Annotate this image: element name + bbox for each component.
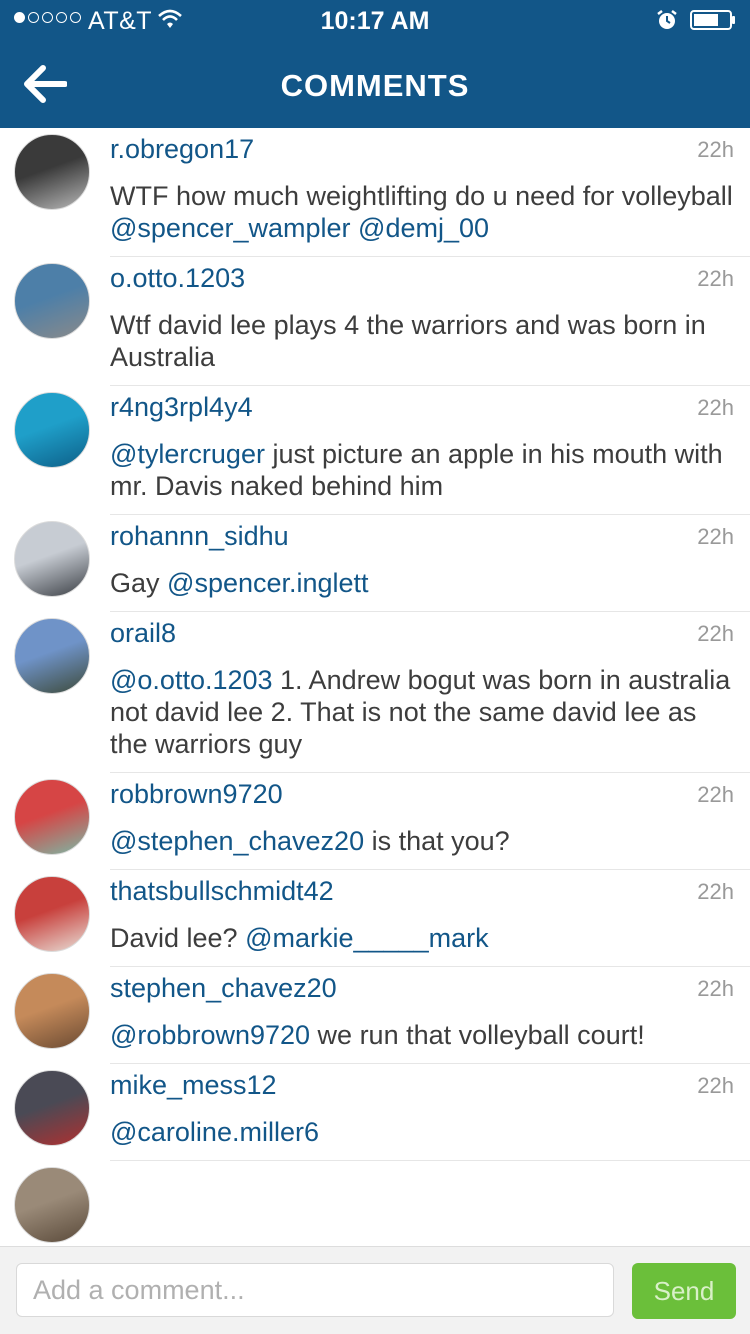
mention-link[interactable]: @tylercruger [110, 439, 265, 469]
comment-text-segment: WTF how much weightlifting do u need for… [110, 181, 733, 211]
comment-row: rohannn_sidhu 22h Gay @spencer.inglett [14, 515, 750, 612]
comment-row: o.otto.1203 22h Wtf david lee plays 4 the … [14, 257, 750, 386]
comment-username[interactable]: o.otto.1203 [110, 257, 750, 297]
avatar[interactable] [14, 392, 90, 468]
status-bar: AT&T 10:17 AM [0, 0, 750, 40]
comment-username[interactable]: r4ng3rpl4y4 [110, 386, 750, 426]
comment-row: orail8 22h @o.otto.1203 1. Andrew bogut wa… [14, 612, 750, 773]
battery-icon [690, 10, 735, 30]
comment-text: WTF how much weightlifting do u need for… [110, 168, 750, 256]
comment-row: mike_mess12 22h @caroline.miller6 [14, 1064, 750, 1161]
mention-link[interactable]: @o.otto.1203 [110, 665, 273, 695]
nav-bar: COMMENTS [0, 40, 750, 128]
mention-link[interactable]: @spencer.inglett [167, 568, 369, 598]
comment-text-segment: is that you? [364, 826, 510, 856]
comment-username[interactable]: thatsbullschmidt42 [110, 870, 750, 910]
comment-text: @o.otto.1203 1. Andrew bogut was born in… [110, 652, 750, 772]
comment-row: r4ng3rpl4y4 22h @tylercruger just picture … [14, 386, 750, 515]
comment-row: robbrown9720 22h @stephen_chavez20 is that… [14, 773, 750, 870]
mention-link[interactable]: @markie_____mark [245, 923, 489, 953]
send-button[interactable]: Send [632, 1263, 736, 1319]
comment-username[interactable] [110, 1161, 750, 1201]
comment-list[interactable]: r.obregon17 22h WTF how much weightlifting… [0, 128, 750, 1246]
avatar[interactable] [14, 876, 90, 952]
comment-time: 22h [697, 266, 734, 291]
comment-text-segment: we run that volleyball court! [310, 1020, 645, 1050]
comment-time: 22h [697, 524, 734, 549]
avatar[interactable] [14, 779, 90, 855]
comment-text: @tylercruger just picture an apple in hi… [110, 426, 750, 514]
comment-time: 22h [697, 879, 734, 904]
avatar[interactable] [14, 618, 90, 694]
status-time: 10:17 AM [320, 7, 430, 35]
comment-row: stephen_chavez20 22h @robbrown9720 we run … [14, 967, 750, 1064]
comment-time: 22h [697, 976, 734, 1001]
comment-text: @robbrown9720 we run that volleyball cou… [110, 1007, 750, 1063]
comment-username[interactable]: rohannn_sidhu [110, 515, 750, 555]
avatar[interactable] [14, 263, 90, 339]
comment-time: 22h [697, 137, 734, 162]
comment-text [110, 1201, 750, 1246]
comment-text: @caroline.miller6 [110, 1104, 750, 1160]
comment-time: 22h [697, 782, 734, 807]
avatar[interactable] [14, 1167, 90, 1243]
page-title: COMMENTS [280, 68, 470, 103]
avatar[interactable] [14, 973, 90, 1049]
comment-username[interactable]: r.obregon17 [110, 128, 750, 168]
comment-username[interactable]: orail8 [110, 612, 750, 652]
comment-username[interactable]: robbrown9720 [110, 773, 750, 813]
comment-text-segment: Gay [110, 568, 168, 598]
comment-username[interactable]: stephen_chavez20 [110, 967, 750, 1007]
comment-row [14, 1161, 750, 1246]
mention-link[interactable]: @spencer_wampler [110, 213, 351, 243]
comment-text-segment: Wtf david lee plays 4 the warriors and w… [110, 310, 706, 372]
comment-input[interactable] [16, 1263, 614, 1317]
comment-text-segment [351, 213, 359, 243]
comment-row: thatsbullschmidt42 22h David lee? @markie_… [14, 870, 750, 967]
comment-time: 22h [697, 395, 734, 420]
comment-text: David lee? @markie_____mark [110, 910, 750, 966]
header: AT&T 10:17 AM COMMENTS [0, 0, 750, 128]
comment-text: Wtf david lee plays 4 the warriors and w… [110, 297, 750, 385]
alarm-icon [657, 10, 677, 29]
mention-link[interactable]: @demj_00 [358, 213, 489, 243]
avatar[interactable] [14, 1070, 90, 1146]
mention-link[interactable]: @stephen_chavez20 [110, 826, 364, 856]
comment-time: 22h [697, 621, 734, 646]
mention-link[interactable]: @caroline.miller6 [110, 1117, 319, 1147]
avatar[interactable] [14, 134, 90, 210]
comment-username[interactable]: mike_mess12 [110, 1064, 750, 1104]
mention-link[interactable]: @robbrown9720 [110, 1020, 310, 1050]
comment-composer: Send [0, 1246, 750, 1334]
comment-text: @stephen_chavez20 is that you? [110, 813, 750, 869]
comment-text-segment: David lee? [110, 923, 246, 953]
avatar[interactable] [14, 521, 90, 597]
comment-row: r.obregon17 22h WTF how much weightlifting… [14, 128, 750, 257]
comment-text: Gay @spencer.inglett [110, 555, 750, 611]
comment-time: 22h [697, 1073, 734, 1098]
